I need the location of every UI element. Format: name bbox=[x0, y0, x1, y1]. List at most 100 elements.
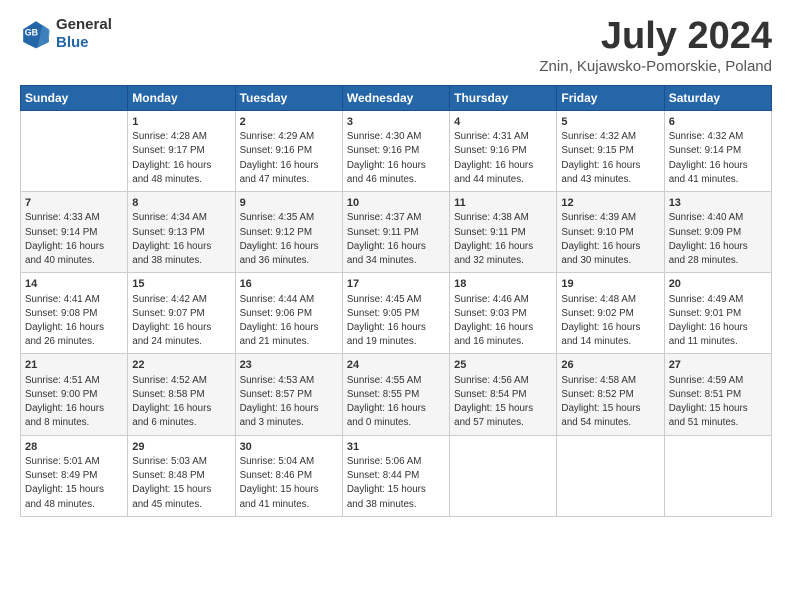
calendar-cell: 19Sunrise: 4:48 AM Sunset: 9:02 PM Dayli… bbox=[557, 273, 664, 354]
svg-text:GB: GB bbox=[25, 28, 38, 38]
week-row-2: 7Sunrise: 4:33 AM Sunset: 9:14 PM Daylig… bbox=[21, 192, 772, 273]
calendar-table: SundayMondayTuesdayWednesdayThursdayFrid… bbox=[20, 85, 772, 517]
cell-details: Sunrise: 4:33 AM Sunset: 9:14 PM Dayligh… bbox=[25, 211, 123, 268]
day-number: 2 bbox=[240, 115, 338, 130]
day-number: 31 bbox=[347, 440, 445, 455]
week-row-1: 1Sunrise: 4:28 AM Sunset: 9:17 PM Daylig… bbox=[21, 110, 772, 191]
week-row-4: 21Sunrise: 4:51 AM Sunset: 9:00 PM Dayli… bbox=[21, 354, 772, 435]
calendar-cell: 16Sunrise: 4:44 AM Sunset: 9:06 PM Dayli… bbox=[235, 273, 342, 354]
cell-details: Sunrise: 4:30 AM Sunset: 9:16 PM Dayligh… bbox=[347, 130, 445, 187]
calendar-cell: 20Sunrise: 4:49 AM Sunset: 9:01 PM Dayli… bbox=[664, 273, 771, 354]
calendar-cell: 9Sunrise: 4:35 AM Sunset: 9:12 PM Daylig… bbox=[235, 192, 342, 273]
cell-details: Sunrise: 4:46 AM Sunset: 9:03 PM Dayligh… bbox=[454, 293, 552, 350]
calendar-cell: 5Sunrise: 4:32 AM Sunset: 9:15 PM Daylig… bbox=[557, 110, 664, 191]
cell-details: Sunrise: 5:03 AM Sunset: 8:48 PM Dayligh… bbox=[132, 455, 230, 512]
logo-icon: GB bbox=[20, 18, 52, 50]
calendar-cell bbox=[21, 110, 128, 191]
day-number: 1 bbox=[132, 115, 230, 130]
calendar-cell bbox=[450, 435, 557, 516]
calendar-cell: 29Sunrise: 5:03 AM Sunset: 8:48 PM Dayli… bbox=[128, 435, 235, 516]
calendar-cell: 6Sunrise: 4:32 AM Sunset: 9:14 PM Daylig… bbox=[664, 110, 771, 191]
cell-details: Sunrise: 5:06 AM Sunset: 8:44 PM Dayligh… bbox=[347, 455, 445, 512]
calendar-cell: 11Sunrise: 4:38 AM Sunset: 9:11 PM Dayli… bbox=[450, 192, 557, 273]
day-number: 26 bbox=[561, 358, 659, 373]
day-number: 22 bbox=[132, 358, 230, 373]
main-title: July 2024 bbox=[539, 16, 772, 58]
day-number: 19 bbox=[561, 277, 659, 292]
cell-details: Sunrise: 4:42 AM Sunset: 9:07 PM Dayligh… bbox=[132, 293, 230, 350]
day-header-thursday: Thursday bbox=[450, 85, 557, 110]
day-number: 15 bbox=[132, 277, 230, 292]
calendar-cell: 30Sunrise: 5:04 AM Sunset: 8:46 PM Dayli… bbox=[235, 435, 342, 516]
calendar-cell: 2Sunrise: 4:29 AM Sunset: 9:16 PM Daylig… bbox=[235, 110, 342, 191]
day-header-wednesday: Wednesday bbox=[342, 85, 449, 110]
cell-details: Sunrise: 4:55 AM Sunset: 8:55 PM Dayligh… bbox=[347, 374, 445, 431]
page: GB General Blue July 2024 Znin, Kujawsko… bbox=[0, 0, 792, 612]
header-row: SundayMondayTuesdayWednesdayThursdayFrid… bbox=[21, 85, 772, 110]
calendar-cell: 12Sunrise: 4:39 AM Sunset: 9:10 PM Dayli… bbox=[557, 192, 664, 273]
calendar-cell: 15Sunrise: 4:42 AM Sunset: 9:07 PM Dayli… bbox=[128, 273, 235, 354]
day-number: 14 bbox=[25, 277, 123, 292]
cell-details: Sunrise: 4:31 AM Sunset: 9:16 PM Dayligh… bbox=[454, 130, 552, 187]
day-number: 18 bbox=[454, 277, 552, 292]
calendar-cell bbox=[557, 435, 664, 516]
day-number: 11 bbox=[454, 196, 552, 211]
cell-details: Sunrise: 4:34 AM Sunset: 9:13 PM Dayligh… bbox=[132, 211, 230, 268]
cell-details: Sunrise: 4:52 AM Sunset: 8:58 PM Dayligh… bbox=[132, 374, 230, 431]
cell-details: Sunrise: 4:28 AM Sunset: 9:17 PM Dayligh… bbox=[132, 130, 230, 187]
calendar-cell: 21Sunrise: 4:51 AM Sunset: 9:00 PM Dayli… bbox=[21, 354, 128, 435]
day-number: 10 bbox=[347, 196, 445, 211]
day-header-monday: Monday bbox=[128, 85, 235, 110]
day-number: 17 bbox=[347, 277, 445, 292]
calendar-cell: 3Sunrise: 4:30 AM Sunset: 9:16 PM Daylig… bbox=[342, 110, 449, 191]
calendar-cell: 10Sunrise: 4:37 AM Sunset: 9:11 PM Dayli… bbox=[342, 192, 449, 273]
day-number: 9 bbox=[240, 196, 338, 211]
week-row-5: 28Sunrise: 5:01 AM Sunset: 8:49 PM Dayli… bbox=[21, 435, 772, 516]
cell-details: Sunrise: 4:40 AM Sunset: 9:09 PM Dayligh… bbox=[669, 211, 767, 268]
subtitle: Znin, Kujawsko-Pomorskie, Poland bbox=[539, 58, 772, 75]
calendar-cell: 7Sunrise: 4:33 AM Sunset: 9:14 PM Daylig… bbox=[21, 192, 128, 273]
day-number: 5 bbox=[561, 115, 659, 130]
day-number: 6 bbox=[669, 115, 767, 130]
day-header-sunday: Sunday bbox=[21, 85, 128, 110]
cell-details: Sunrise: 4:37 AM Sunset: 9:11 PM Dayligh… bbox=[347, 211, 445, 268]
calendar-cell: 13Sunrise: 4:40 AM Sunset: 9:09 PM Dayli… bbox=[664, 192, 771, 273]
day-number: 30 bbox=[240, 440, 338, 455]
day-number: 21 bbox=[25, 358, 123, 373]
cell-details: Sunrise: 4:45 AM Sunset: 9:05 PM Dayligh… bbox=[347, 293, 445, 350]
calendar-cell: 24Sunrise: 4:55 AM Sunset: 8:55 PM Dayli… bbox=[342, 354, 449, 435]
day-number: 28 bbox=[25, 440, 123, 455]
day-number: 24 bbox=[347, 358, 445, 373]
cell-details: Sunrise: 4:51 AM Sunset: 9:00 PM Dayligh… bbox=[25, 374, 123, 431]
calendar-cell: 18Sunrise: 4:46 AM Sunset: 9:03 PM Dayli… bbox=[450, 273, 557, 354]
calendar-cell bbox=[664, 435, 771, 516]
cell-details: Sunrise: 4:32 AM Sunset: 9:15 PM Dayligh… bbox=[561, 130, 659, 187]
day-number: 25 bbox=[454, 358, 552, 373]
day-number: 13 bbox=[669, 196, 767, 211]
calendar-cell: 8Sunrise: 4:34 AM Sunset: 9:13 PM Daylig… bbox=[128, 192, 235, 273]
cell-details: Sunrise: 5:01 AM Sunset: 8:49 PM Dayligh… bbox=[25, 455, 123, 512]
day-header-friday: Friday bbox=[557, 85, 664, 110]
day-number: 23 bbox=[240, 358, 338, 373]
day-number: 7 bbox=[25, 196, 123, 211]
cell-details: Sunrise: 5:04 AM Sunset: 8:46 PM Dayligh… bbox=[240, 455, 338, 512]
day-number: 8 bbox=[132, 196, 230, 211]
calendar-cell: 25Sunrise: 4:56 AM Sunset: 8:54 PM Dayli… bbox=[450, 354, 557, 435]
logo-text: General Blue bbox=[56, 16, 112, 52]
cell-details: Sunrise: 4:29 AM Sunset: 9:16 PM Dayligh… bbox=[240, 130, 338, 187]
day-number: 20 bbox=[669, 277, 767, 292]
cell-details: Sunrise: 4:48 AM Sunset: 9:02 PM Dayligh… bbox=[561, 293, 659, 350]
day-number: 3 bbox=[347, 115, 445, 130]
day-header-tuesday: Tuesday bbox=[235, 85, 342, 110]
calendar-cell: 26Sunrise: 4:58 AM Sunset: 8:52 PM Dayli… bbox=[557, 354, 664, 435]
calendar-cell: 22Sunrise: 4:52 AM Sunset: 8:58 PM Dayli… bbox=[128, 354, 235, 435]
cell-details: Sunrise: 4:44 AM Sunset: 9:06 PM Dayligh… bbox=[240, 293, 338, 350]
calendar-cell: 17Sunrise: 4:45 AM Sunset: 9:05 PM Dayli… bbox=[342, 273, 449, 354]
cell-details: Sunrise: 4:53 AM Sunset: 8:57 PM Dayligh… bbox=[240, 374, 338, 431]
cell-details: Sunrise: 4:59 AM Sunset: 8:51 PM Dayligh… bbox=[669, 374, 767, 431]
calendar-cell: 1Sunrise: 4:28 AM Sunset: 9:17 PM Daylig… bbox=[128, 110, 235, 191]
day-header-saturday: Saturday bbox=[664, 85, 771, 110]
header: GB General Blue July 2024 Znin, Kujawsko… bbox=[20, 16, 772, 75]
calendar-cell: 31Sunrise: 5:06 AM Sunset: 8:44 PM Dayli… bbox=[342, 435, 449, 516]
week-row-3: 14Sunrise: 4:41 AM Sunset: 9:08 PM Dayli… bbox=[21, 273, 772, 354]
